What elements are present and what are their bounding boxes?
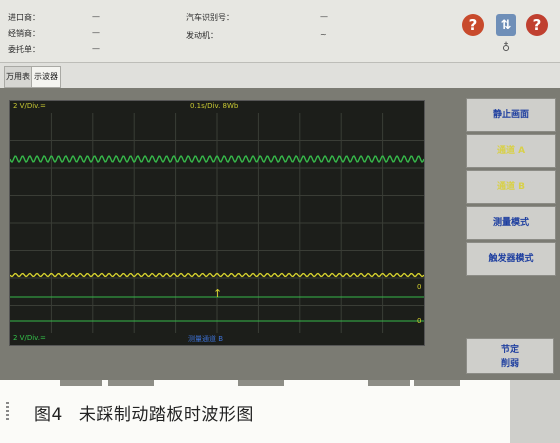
dealer-label: 经销商： — [8, 29, 40, 38]
channel-b-zero-marker: 0 — [417, 317, 421, 325]
side-panel-bottom — [510, 380, 560, 443]
channel-b-button[interactable]: 通道 B — [466, 170, 556, 204]
help-close-icon[interactable]: ? — [526, 14, 548, 36]
vin-value: — — [320, 12, 328, 21]
lock-button-line2: 削弱 — [500, 359, 519, 369]
help-icon[interactable]: ? — [462, 14, 484, 36]
bottom-button-stub — [238, 380, 284, 386]
trigger-mode-button[interactable]: 触发器模式 — [466, 242, 556, 276]
channel-a-button[interactable]: 通道 A — [466, 134, 556, 168]
engine-value: ~ — [320, 30, 327, 39]
importer-value: — — [92, 12, 100, 21]
lock-button[interactable]: 节定 削弱 — [466, 338, 554, 374]
freeze-screen-button[interactable]: 静止画面 — [466, 98, 556, 132]
figure-caption-area: 图4 未踩制动踏板时波形图 — [0, 380, 560, 443]
bottom-button-stub — [60, 380, 102, 386]
microphone-icon[interactable]: ♁ — [501, 40, 511, 54]
waveform-plot: ↑ 0 0 — [10, 113, 424, 333]
vehicle-info-header: 进口商： — 经销商： — 委托单： — 汽车识别号： — 发动机： ~ ? ⇅… — [0, 0, 560, 62]
measure-mode-button[interactable]: 测量模式 — [466, 206, 556, 240]
oscilloscope-panel: ↑ 0 0 2 V/Div.= 0.1s/Div. 8Wb 2 V/Div.= 测量… — [0, 88, 560, 380]
margin-mark — [6, 402, 9, 420]
figure-caption: 图4 未踩制动踏板时波形图 — [34, 400, 254, 425]
figure-title: 未踩制动踏板时波形图 — [78, 405, 254, 425]
connection-icon[interactable]: ⇅ — [496, 14, 516, 36]
bottom-button-stub — [368, 380, 410, 386]
timebase-readout: 0.1s/Div. 8Wb — [190, 102, 239, 110]
vin-label: 汽车识别号： — [186, 13, 234, 22]
order-value: — — [92, 44, 100, 53]
channel-a-zero-marker: 0 — [417, 283, 421, 291]
bottom-button-stub — [108, 380, 154, 386]
tab-oscilloscope[interactable]: 示波器 — [31, 66, 61, 88]
trigger-arrow: ↑ — [213, 287, 222, 300]
channel-b-scale: 2 V/Div.= — [13, 334, 46, 342]
measurement-channel-label: 测量通道 B — [188, 335, 224, 343]
lock-button-line1: 节定 — [500, 345, 519, 355]
order-label: 委托单： — [8, 45, 40, 54]
mode-tabs: 万用表 示波器 — [0, 62, 560, 89]
figure-number: 图4 — [34, 405, 63, 425]
bottom-button-stub — [414, 380, 460, 386]
importer-label: 进口商： — [8, 13, 40, 22]
channel-a-scale: 2 V/Div.= — [13, 102, 46, 110]
tab-multimeter[interactable]: 万用表 — [4, 66, 32, 88]
toolbar: ? ⇅ ? ♁ — [462, 14, 552, 58]
engine-label: 发动机： — [186, 31, 218, 40]
waveform-display: ↑ 0 0 2 V/Div.= 0.1s/Div. 8Wb 2 V/Div.= 测量… — [9, 100, 425, 346]
dealer-value: — — [92, 28, 100, 37]
